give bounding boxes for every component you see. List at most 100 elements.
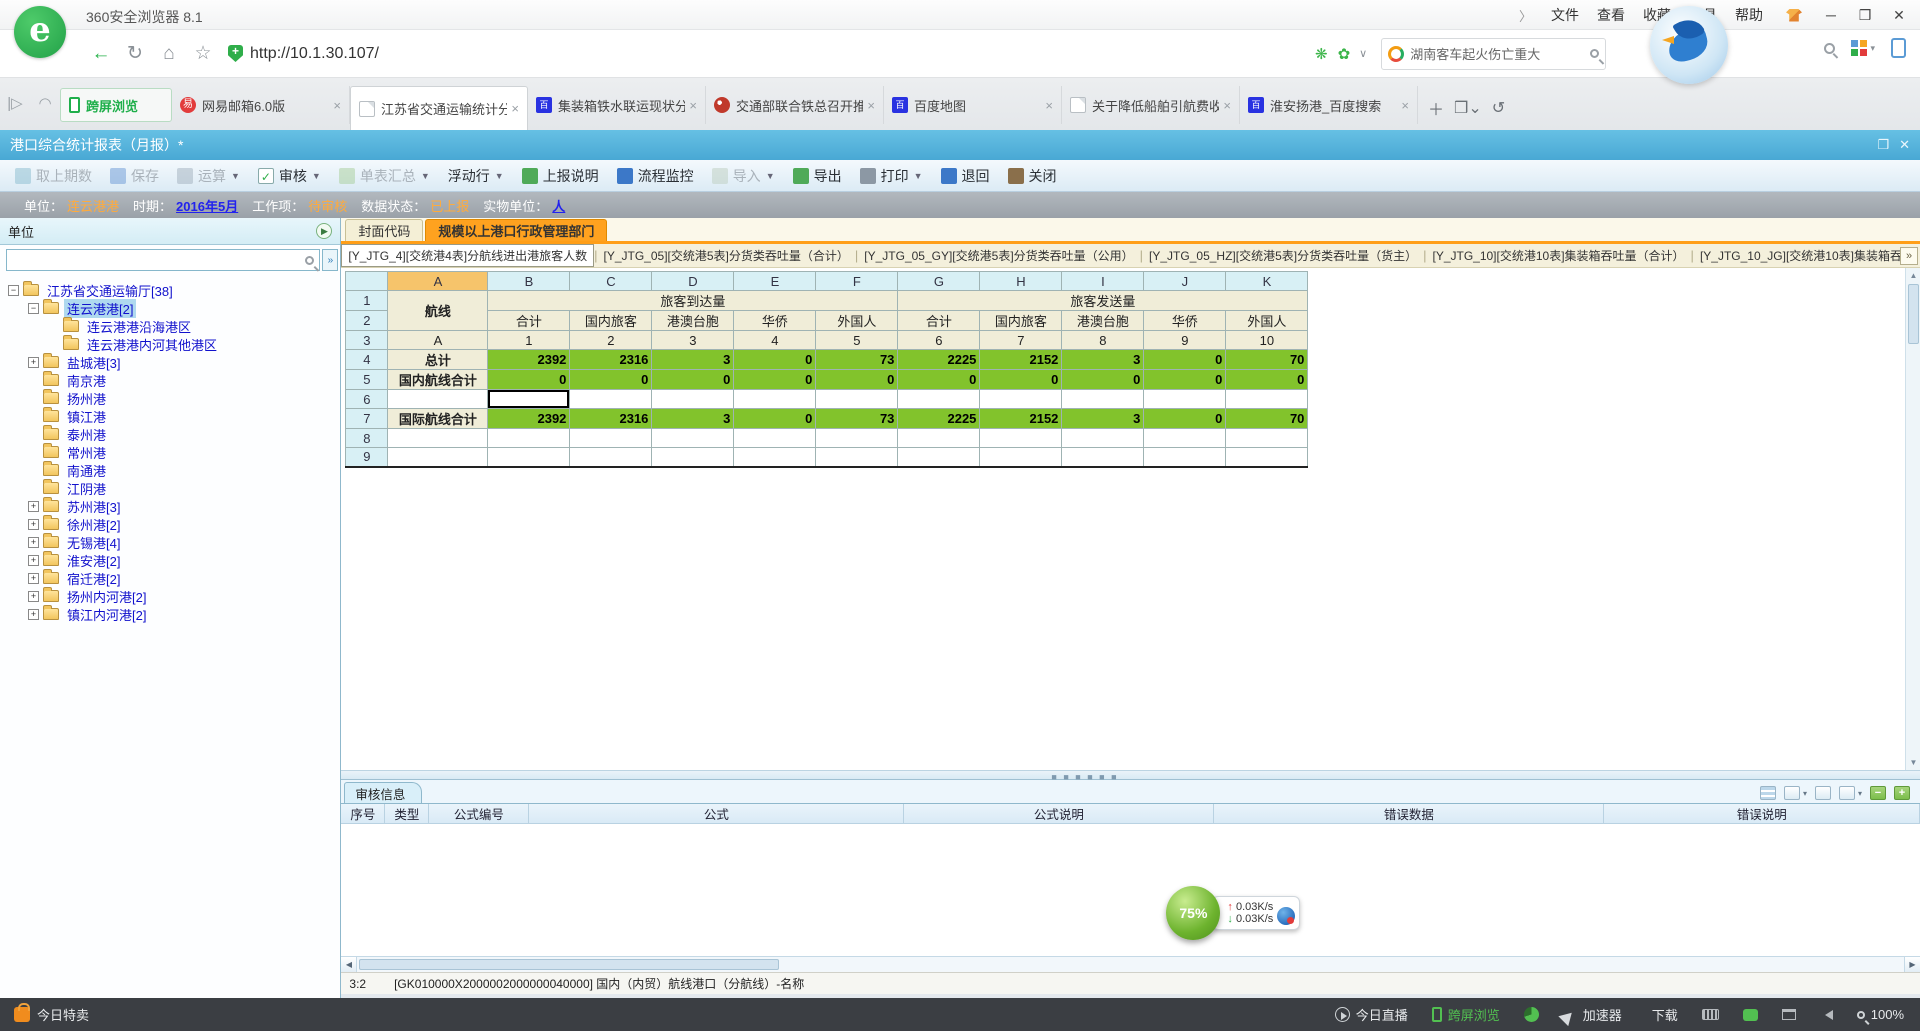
data-cell[interactable]: 0: [898, 370, 980, 390]
daily-deals-button[interactable]: 今日特卖: [14, 1005, 89, 1024]
search-page-caret-icon[interactable]: ▾: [1858, 789, 1862, 798]
data-cell[interactable]: [1144, 429, 1226, 448]
tree-expander-icon[interactable]: +: [28, 555, 39, 566]
data-cell[interactable]: [980, 429, 1062, 448]
tree-item-镇江内河港[2][interactable]: +镇江内河港[2]: [0, 605, 340, 623]
tab-close-icon[interactable]: ×: [689, 98, 697, 113]
report-tab-4[interactable]: [Y_JTG_10][交统港10表]集装箱吞吐量（合计）: [1426, 245, 1690, 266]
toolbar-button-导入[interactable]: 导入▼: [703, 163, 784, 189]
audit-horizontal-scrollbar[interactable]: ◀ ▶: [341, 956, 1920, 972]
audit-scroll-thumb[interactable]: [359, 959, 779, 970]
extension-leaf-icon[interactable]: ✿: [1338, 45, 1351, 63]
column-header-H[interactable]: H: [980, 272, 1062, 291]
row-label-cell[interactable]: [388, 390, 488, 409]
tree-item-南京港[interactable]: 南京港: [0, 371, 340, 389]
bottombar-item-spk[interactable]: [1820, 1010, 1833, 1020]
browser-logo-icon[interactable]: e: [14, 6, 66, 58]
row-label-cell[interactable]: 国内航线合计: [388, 370, 488, 390]
column-header-A[interactable]: A: [388, 272, 488, 291]
browser-tab-6[interactable]: 关于降低船舶引航费收费×: [1062, 86, 1240, 124]
data-cell[interactable]: 2316: [570, 409, 652, 429]
data-cell[interactable]: 3: [1062, 350, 1144, 370]
data-cell[interactable]: [816, 429, 898, 448]
find-icon[interactable]: [1824, 43, 1835, 54]
data-cell[interactable]: [734, 390, 816, 409]
tree-expander-icon[interactable]: +: [28, 591, 39, 602]
data-cell[interactable]: [570, 390, 652, 409]
column-header-B[interactable]: B: [488, 272, 570, 291]
toolbar-button-导出[interactable]: 导出: [784, 163, 851, 189]
restore-button[interactable]: ❒: [1850, 3, 1880, 27]
tree-expander-icon[interactable]: +: [28, 501, 39, 512]
tree-item-南通港[interactable]: 南通港: [0, 461, 340, 479]
bottombar-item-win[interactable]: [1782, 1009, 1796, 1020]
audit-column-错误数据[interactable]: 错误数据: [1214, 804, 1604, 823]
audit-info-tab[interactable]: 审核信息: [344, 782, 422, 803]
column-header-G[interactable]: G: [898, 272, 980, 291]
data-cell[interactable]: 0: [980, 370, 1062, 390]
selected-cell[interactable]: [488, 390, 570, 409]
data-cell[interactable]: [1226, 429, 1308, 448]
search-input[interactable]: 湖南客车起火伤亡重大: [1410, 44, 1590, 63]
url-field[interactable]: http://10.1.30.107/: [220, 37, 1310, 71]
close-button[interactable]: ✕: [1884, 3, 1914, 27]
data-cell[interactable]: [652, 390, 734, 409]
browser-tab-5[interactable]: 百百度地图×: [884, 86, 1062, 124]
row-header-6[interactable]: 6: [346, 390, 388, 409]
row-header-8[interactable]: 8: [346, 429, 388, 448]
report-tab-0[interactable]: [Y_JTG_4][交统港4表]分航线进出港旅客人数: [341, 244, 594, 267]
cloud-sync-icon[interactable]: ◠: [30, 94, 60, 112]
data-cell[interactable]: [898, 429, 980, 448]
toolbar-button-保存[interactable]: 保存: [101, 163, 168, 189]
home-icon[interactable]: ⌂: [152, 43, 186, 65]
data-cell[interactable]: [1062, 448, 1144, 467]
menu-item-0[interactable]: 文件: [1542, 4, 1588, 26]
data-cell[interactable]: [488, 448, 570, 467]
audit-column-公式说明[interactable]: 公式说明: [904, 804, 1214, 823]
toolbar-button-上报说明[interactable]: 上报说明: [513, 163, 608, 189]
data-cell[interactable]: 2392: [488, 409, 570, 429]
tree-item-盐城港[3][interactable]: +盐城港[3]: [0, 353, 340, 371]
scroll-right-icon[interactable]: ▶: [1904, 957, 1920, 972]
bottombar-item-msg[interactable]: [1743, 1009, 1758, 1021]
toolbar-button-单表汇总[interactable]: 单表汇总▼: [330, 163, 439, 189]
data-cell[interactable]: 0: [1144, 409, 1226, 429]
data-cell[interactable]: [980, 448, 1062, 467]
data-cell[interactable]: [1226, 390, 1308, 409]
browser-tab-4[interactable]: 交通部联合铁总召开推进×: [706, 86, 884, 124]
data-cell[interactable]: [652, 429, 734, 448]
tree-item-江苏省交通运输厅[38][interactable]: −江苏省交通运输厅[38]: [0, 281, 340, 299]
sheet-tab-0[interactable]: 封面代码: [345, 219, 423, 241]
tree-expander-icon[interactable]: +: [28, 573, 39, 584]
data-cell[interactable]: 2225: [898, 409, 980, 429]
bottombar-item-kb[interactable]: [1702, 1009, 1719, 1020]
data-cell[interactable]: 2152: [980, 409, 1062, 429]
menu-chevron-icon[interactable]: 〉: [1519, 6, 1532, 25]
menu-item-4[interactable]: 帮助: [1726, 4, 1772, 26]
bottombar-item-speed[interactable]: [1524, 1007, 1539, 1022]
data-cell[interactable]: 3: [652, 409, 734, 429]
data-cell[interactable]: [1226, 448, 1308, 467]
minimize-button[interactable]: ─: [1816, 3, 1846, 27]
audit-column-公式[interactable]: 公式: [529, 804, 904, 823]
phone-sync-icon[interactable]: [1891, 38, 1906, 58]
bottombar-item-加速器[interactable]: 加速器: [1563, 1005, 1622, 1024]
menu-item-1[interactable]: 查看: [1588, 4, 1634, 26]
tree-expander-icon[interactable]: +: [28, 537, 39, 548]
grid-corner-cell[interactable]: [346, 272, 388, 291]
info-value-4[interactable]: 人: [552, 196, 565, 215]
thunder-bird-overlay-icon[interactable]: [1650, 6, 1728, 84]
extensions-caret-icon[interactable]: ∨: [1359, 47, 1367, 60]
bottombar-item-下载[interactable]: 下载: [1646, 1005, 1678, 1024]
back-icon[interactable]: ←: [84, 43, 118, 65]
column-header-K[interactable]: K: [1226, 272, 1308, 291]
browser-tab-0[interactable]: 跨屏浏览: [60, 88, 172, 122]
tree-search-input[interactable]: [6, 249, 320, 271]
column-header-I[interactable]: I: [1062, 272, 1144, 291]
data-cell[interactable]: 0: [488, 370, 570, 390]
data-cell[interactable]: [898, 390, 980, 409]
tree-item-泰州港[interactable]: 泰州港: [0, 425, 340, 443]
scroll-thumb[interactable]: [1908, 284, 1919, 344]
browser-tab-3[interactable]: 百集装箱铁水联运现状分析×: [528, 86, 706, 124]
audit-column-错误说明[interactable]: 错误说明: [1604, 804, 1920, 823]
